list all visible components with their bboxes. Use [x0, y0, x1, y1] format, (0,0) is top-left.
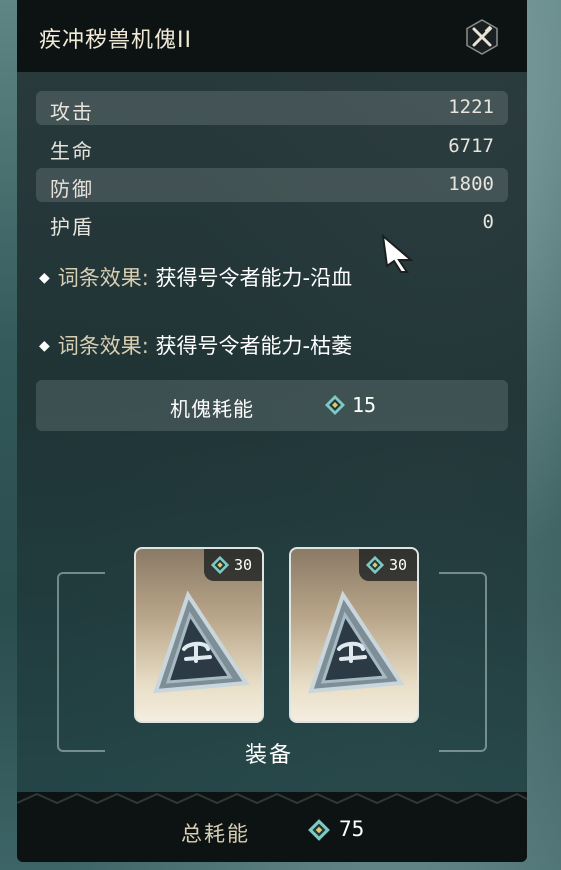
effect-key: 词条效果: [57, 334, 149, 358]
stat-value: 0 [482, 211, 494, 233]
stat-label: 生命 [50, 139, 94, 163]
card-cost-badge: 30 [204, 549, 262, 581]
triangle-rune-item-icon [308, 590, 405, 694]
effect-text: 获得号令者能力-枯萎 [155, 334, 353, 358]
energy-gem-icon [210, 555, 230, 575]
total-cost-label: 总耗能 [181, 822, 250, 846]
puppet-cost-bar: 机傀耗能 15 [36, 380, 508, 431]
slot-frame-right [439, 572, 487, 752]
puppet-cost-value: 15 [352, 393, 377, 417]
triangle-rune-item-icon [153, 590, 250, 694]
card-cost-value: 30 [234, 556, 253, 574]
energy-gem-icon [365, 555, 385, 575]
mouse-cursor-icon [381, 234, 414, 273]
effect-key: 词条效果: [57, 266, 149, 290]
diamond-bullet-icon: ◆ [39, 338, 50, 354]
card-cost-badge: 30 [359, 549, 417, 581]
total-cost-footer: 总耗能 75 [17, 792, 527, 862]
puppet-cost-label: 机傀耗能 [170, 397, 254, 421]
close-button[interactable] [463, 18, 501, 56]
effect-text: 获得号令者能力-沿血 [155, 266, 353, 290]
total-cost-value: 75 [339, 817, 365, 841]
equipment-label: 装备 [245, 743, 294, 768]
stat-row-defense: 防御 1800 [36, 168, 508, 202]
stat-value: 1800 [448, 173, 494, 195]
stat-value: 6717 [448, 135, 494, 157]
decorative-pattern [17, 792, 527, 805]
diamond-bullet-icon: ◆ [39, 270, 50, 286]
stat-value: 1221 [448, 96, 494, 118]
effect-line: ◆ 词条效果: 获得号令者能力-沿血 [39, 262, 352, 292]
stat-label: 攻击 [50, 100, 94, 124]
panel-title: 疾冲秽兽机傀II [39, 28, 192, 53]
effect-line: ◆ 词条效果: 获得号令者能力-枯萎 [39, 330, 352, 360]
stat-row-health: 生命 6717 [36, 130, 508, 164]
equipment-card[interactable]: 30 [289, 547, 419, 723]
card-cost-value: 30 [389, 556, 408, 574]
equipment-card[interactable]: 30 [134, 547, 264, 723]
crossed-sword-close-icon [466, 19, 498, 55]
energy-gem-icon [325, 395, 345, 415]
energy-gem-icon [308, 819, 330, 841]
stat-row-shield: 护盾 0 [36, 206, 508, 240]
stat-row-attack: 攻击 1221 [36, 91, 508, 125]
stat-label: 防御 [50, 177, 94, 201]
slot-frame-left [57, 572, 105, 752]
puppet-detail-panel: 疾冲秽兽机傀II 攻击 1221 生命 6717 防御 1800 护盾 0 ◆ 词… [17, 0, 527, 862]
title-bar: 疾冲秽兽机傀II [17, 0, 527, 72]
stat-label: 护盾 [50, 215, 94, 239]
